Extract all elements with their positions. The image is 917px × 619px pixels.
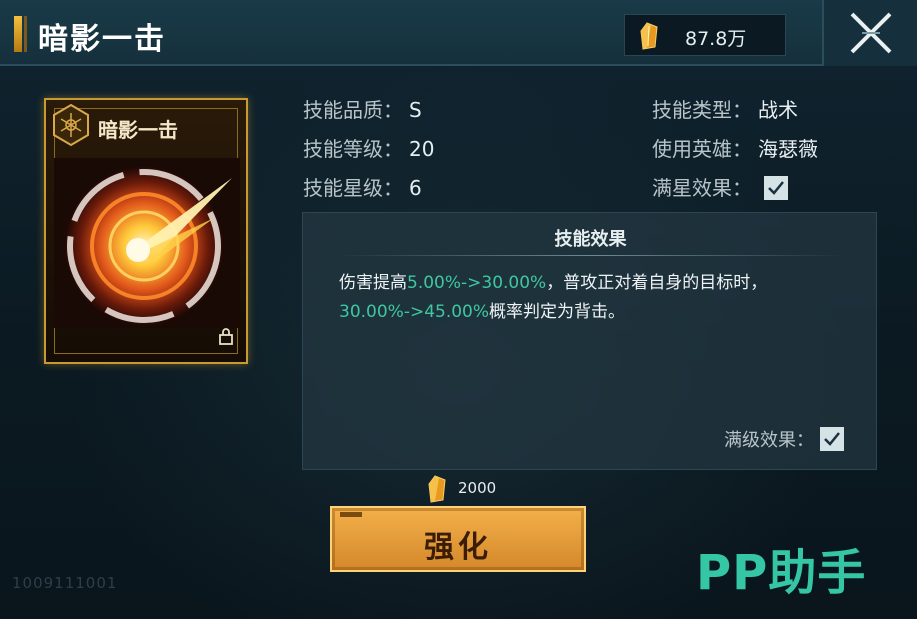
page-title: 暗影一击 <box>38 22 166 57</box>
max-level-row: 满级效果： <box>724 426 844 453</box>
checkmark-icon <box>768 180 784 195</box>
level-value: 20 <box>409 137 435 161</box>
effect-title: 技能效果 <box>554 229 627 250</box>
skill-art-image <box>54 158 240 332</box>
quality-label: 技能品质： <box>303 98 403 122</box>
effect-text-1: 伤害提高 <box>339 273 407 293</box>
effect-description: 伤害提高5.00%->30.00%，普攻正对着自身的目标时， 30.00%->45… <box>339 269 859 327</box>
hero-row: 使用英雄： 海瑟薇 <box>652 133 818 162</box>
level-row: 技能等级： 20 <box>303 133 434 162</box>
header-bar: 暗影一击 87.8万 <box>0 0 917 66</box>
gold-crystal-icon <box>424 474 452 508</box>
skill-card: 暗影一击 <box>44 98 248 364</box>
button-tag <box>340 512 362 517</box>
skill-effect-panel: 技能效果 伤害提高5.00%->30.00%，普攻正对着自身的目标时， 30.00… <box>302 212 877 470</box>
close-button[interactable] <box>822 0 917 66</box>
effect-divider <box>337 255 845 256</box>
star-row: 技能星级： 6 <box>303 172 422 201</box>
gold-crystal-icon <box>635 21 665 55</box>
upgrade-cost: 2000 <box>458 479 497 497</box>
effect-highlight-1: 5.00%->30.00% <box>407 273 547 293</box>
level-label: 技能等级： <box>303 137 403 161</box>
upgrade-button-label: 强化 <box>424 530 492 565</box>
checkmark-icon <box>824 432 840 446</box>
max-star-row: 满星效果： <box>652 172 788 202</box>
max-star-checkbox[interactable] <box>764 175 788 200</box>
watermark: PP助手 <box>696 545 867 601</box>
hero-value: 海瑟薇 <box>758 137 818 161</box>
card-name: 暗影一击 <box>98 118 178 142</box>
max-star-label: 满星效果： <box>652 176 752 200</box>
quality-row: 技能品质： S <box>303 94 422 123</box>
effect-text-2: ，普攻正对着自身的目标时， <box>546 273 768 293</box>
title-accent-bar <box>14 16 27 52</box>
max-level-checkbox[interactable] <box>820 427 844 451</box>
serial-number: 1009111001 <box>12 574 118 592</box>
effect-text-3: 概率判定为背击。 <box>489 302 626 322</box>
hexagon-emblem-icon <box>48 102 94 152</box>
quality-value: S <box>409 98 422 122</box>
star-value: 6 <box>409 176 422 200</box>
type-value: 战术 <box>758 98 798 122</box>
currency-amount: 87.8万 <box>685 28 747 50</box>
currency-display[interactable]: 87.8万 <box>624 14 786 56</box>
upgrade-button[interactable]: 强化 <box>330 506 586 572</box>
type-label: 技能类型： <box>652 98 752 122</box>
hero-label: 使用英雄： <box>652 137 752 161</box>
lock-icon <box>216 326 236 350</box>
close-icon <box>850 12 892 54</box>
star-label: 技能星级： <box>303 176 403 200</box>
max-level-label: 满级效果： <box>724 430 814 451</box>
type-row: 技能类型： 战术 <box>652 94 798 123</box>
effect-highlight-2: 30.00%->45.00% <box>339 302 490 322</box>
